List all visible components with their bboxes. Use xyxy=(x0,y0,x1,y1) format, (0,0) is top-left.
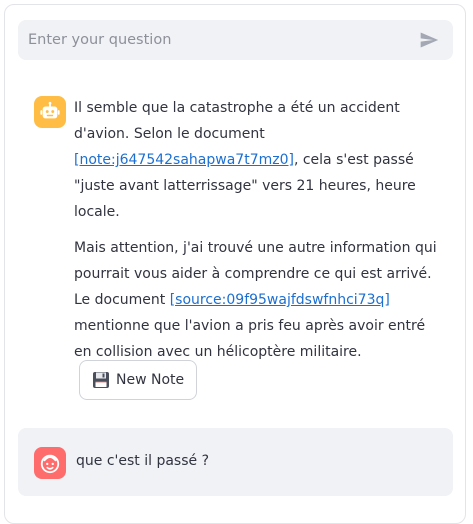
answer-paragraph-1: Il semble que la catastrophe a été un ac… xyxy=(74,95,444,225)
floppy-disk-icon xyxy=(93,372,109,388)
user-question-text: que c'est il passé ? xyxy=(76,453,209,469)
answer-text: mentionne que l'avion a pris feu après a… xyxy=(74,318,426,360)
question-bar xyxy=(18,20,453,60)
user-avatar xyxy=(34,447,66,479)
send-button[interactable] xyxy=(417,28,441,52)
question-input[interactable] xyxy=(28,32,417,48)
user-face-icon xyxy=(40,454,60,474)
source-reference-link[interactable]: [source:09f95wajfdswfnhci73q] xyxy=(170,292,390,308)
send-icon xyxy=(420,32,439,48)
chat-container: Il semble que la catastrophe a été un ac… xyxy=(4,4,466,524)
note-reference-link[interactable]: [note:j647542sahapwa7t7mz0] xyxy=(74,152,294,168)
bot-avatar xyxy=(34,96,66,128)
new-note-button[interactable]: New Note xyxy=(79,360,198,400)
new-note-label: New Note xyxy=(116,372,185,388)
answer-paragraph-2: Mais attention, j'ai trouvé une autre in… xyxy=(74,235,444,365)
bot-icon xyxy=(40,101,60,119)
user-message: que c'est il passé ? xyxy=(18,428,453,496)
assistant-message-body: Il semble que la catastrophe a été un ac… xyxy=(74,95,444,365)
answer-text: Il semble que la catastrophe a été un ac… xyxy=(74,100,400,142)
